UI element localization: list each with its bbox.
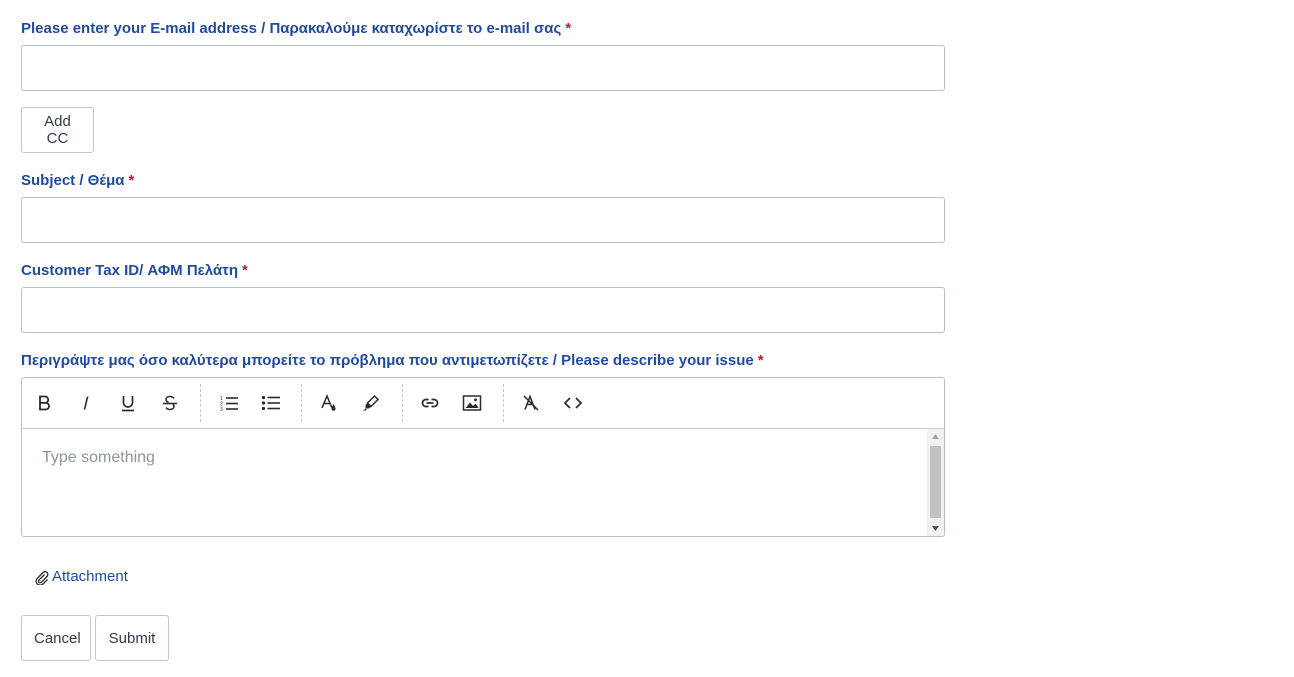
svg-text:3: 3 <box>220 407 223 413</box>
subject-label-text: Subject / Θέμα <box>21 172 125 189</box>
highlight-button[interactable] <box>358 390 384 416</box>
toolbar-divider <box>503 384 504 422</box>
required-mark: * <box>128 172 135 189</box>
link-icon <box>421 398 439 408</box>
required-mark: * <box>565 20 572 37</box>
rich-text-editor: 123 Type something <box>21 377 945 537</box>
cancel-button[interactable]: Cancel <box>21 615 91 661</box>
tax-id-label: Customer Tax ID/ ΑΦΜ Πελάτη * <box>21 262 248 279</box>
underline-button[interactable] <box>115 390 141 416</box>
bullet-list-button[interactable] <box>258 390 284 416</box>
attachment-label: Attachment <box>52 568 128 585</box>
code-button[interactable] <box>560 390 586 416</box>
tax-id-label-text: Customer Tax ID/ ΑΦΜ Πελάτη <box>21 262 239 279</box>
strikethrough-icon <box>163 395 177 411</box>
description-label: Περιγράψτε μας όσο καλύτερα μπορείτε το … <box>21 352 764 369</box>
italic-button[interactable] <box>73 390 99 416</box>
email-label: Please enter your E-mail address / Παρακ… <box>21 20 571 37</box>
toolbar-divider <box>402 384 403 422</box>
submit-button[interactable]: Submit <box>95 615 169 661</box>
editor-scrollbar[interactable] <box>927 429 944 536</box>
tax-id-field[interactable] <box>21 287 945 333</box>
attachment-link[interactable]: Attachment <box>35 568 128 585</box>
clear-format-button[interactable] <box>518 390 544 416</box>
subject-field[interactable] <box>21 197 945 243</box>
email-field[interactable] <box>21 45 945 91</box>
image-button[interactable] <box>459 390 485 416</box>
clear-format-icon <box>523 394 539 411</box>
image-icon <box>462 395 482 411</box>
paperclip-icon <box>35 571 49 585</box>
italic-icon <box>83 396 89 410</box>
link-button[interactable] <box>417 390 443 416</box>
description-editor[interactable]: Type something <box>22 429 927 536</box>
description-label-text: Περιγράψτε μας όσο καλύτερα μπορείτε το … <box>21 352 754 369</box>
scroll-up-arrow-icon[interactable] <box>927 429 944 444</box>
add-cc-button[interactable]: Add CC <box>21 107 94 153</box>
ordered-list-button[interactable]: 123 <box>216 390 242 416</box>
scroll-down-arrow-icon[interactable] <box>927 521 944 536</box>
required-mark: * <box>242 262 248 279</box>
bold-button[interactable] <box>31 390 57 416</box>
highlight-icon <box>363 394 380 411</box>
ordered-list-icon: 123 <box>220 396 238 413</box>
bold-icon <box>39 395 50 411</box>
toolbar-divider <box>301 384 302 422</box>
code-icon <box>563 397 583 409</box>
editor-toolbar: 123 <box>22 378 944 429</box>
text-color-button[interactable] <box>316 390 342 416</box>
underline-icon <box>122 396 134 412</box>
editor-placeholder: Type something <box>42 449 155 466</box>
strikethrough-button[interactable] <box>157 390 183 416</box>
scrollbar-thumb[interactable] <box>930 446 941 518</box>
bullet-list-icon <box>261 395 280 411</box>
email-label-text: Please enter your E-mail address / Παρακ… <box>21 20 562 37</box>
required-mark: * <box>757 352 764 369</box>
subject-label: Subject / Θέμα * <box>21 172 134 189</box>
text-color-icon <box>321 394 336 411</box>
toolbar-divider <box>200 384 201 422</box>
